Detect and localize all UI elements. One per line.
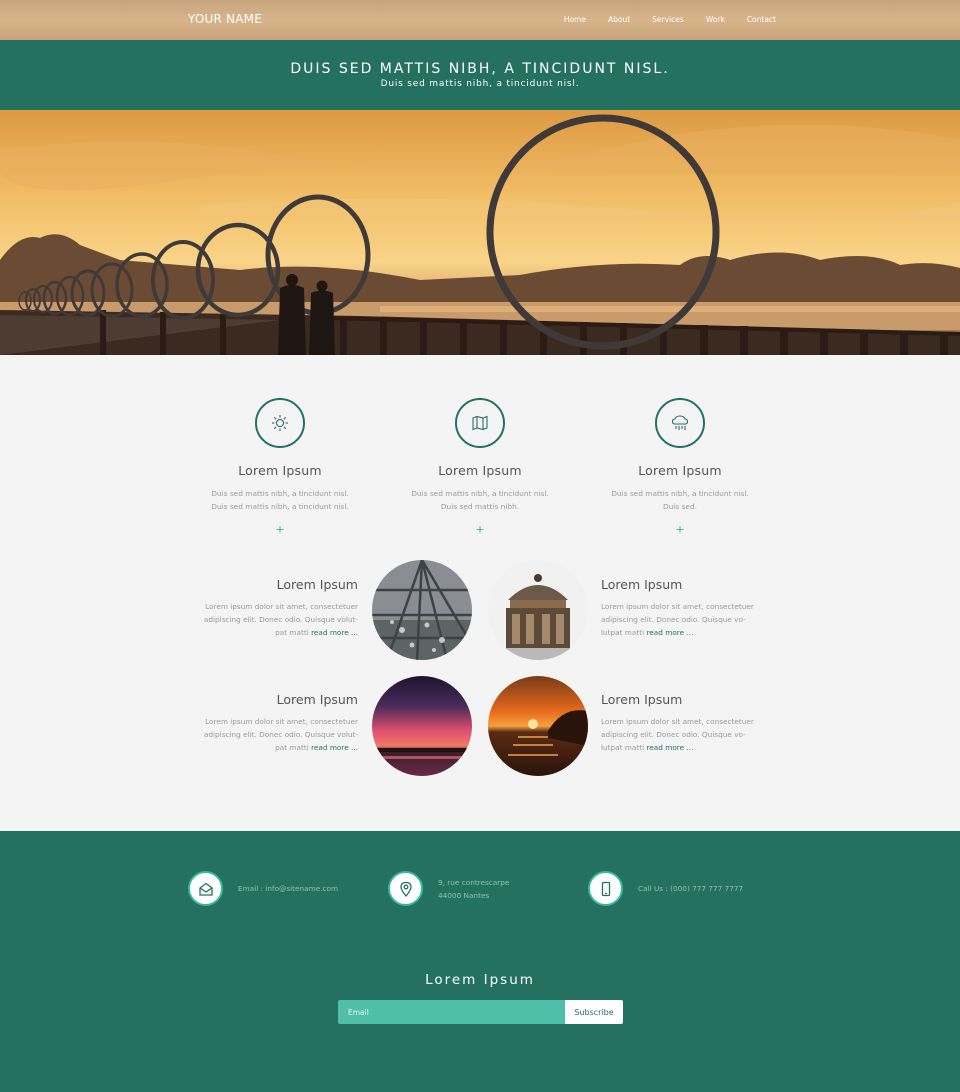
brand-logo[interactable]: YOUR NAME: [188, 12, 262, 26]
feature-text: Duis sed mattis nibh, a tincidunt nisl. …: [411, 489, 549, 511]
feature-expand-button[interactable]: +: [390, 523, 570, 536]
footer: Email : info@sitename.com 9, rue contres…: [0, 831, 960, 1092]
subscribe-button[interactable]: Subscribe: [565, 1000, 623, 1024]
read-more-link[interactable]: read more ...: [646, 743, 693, 752]
work-text: Lorem ipsum dolor sit amet, consectetuer…: [200, 715, 358, 754]
carousel-image: [488, 560, 588, 660]
map-pin-icon: [388, 871, 423, 906]
work-title: Lorem Ipsum: [601, 692, 683, 707]
work-text: Lorem ipsum dolor sit amet, consectetuer…: [601, 715, 759, 754]
read-more-link[interactable]: read more ...: [646, 628, 693, 637]
newsletter-title: Lorem Ipsum: [425, 972, 535, 988]
contact-phone: Call Us : (000) 777 777 7777: [588, 871, 743, 906]
phone-icon: [588, 871, 623, 906]
feature-expand-button[interactable]: +: [190, 523, 370, 536]
feature-text: Duis sed mattis nibh, a tincidunt nisl. …: [211, 489, 349, 511]
sun-icon: [272, 415, 288, 431]
feature-title: Lorem Ipsum: [638, 463, 722, 478]
contact-address-text: 9, rue contrescarpe 44000 Nantes: [438, 876, 509, 902]
feature-card: Lorem Ipsum Duis sed mattis nibh, a tinc…: [390, 398, 570, 536]
address-line-2: 44000 Nantes: [438, 890, 490, 900]
nav-contact[interactable]: Contact: [747, 15, 776, 24]
work-item: Lorem Ipsum Lorem ipsum dolor sit amet, …: [200, 692, 358, 754]
orange-sunset-image: [488, 676, 588, 776]
map-icon: [472, 415, 488, 431]
work-item: Lorem Ipsum Lorem ipsum dolor sit amet, …: [601, 577, 759, 639]
pink-sunset-image: [372, 676, 472, 776]
tagline-banner: DUIS SED MATTIS NIBH, A TINCIDUNT NISL. …: [0, 40, 960, 110]
contact-email: Email : info@sitename.com: [188, 871, 338, 906]
work-thumbnail-pink-sunset[interactable]: [372, 676, 472, 776]
hero-illustration: [0, 110, 960, 355]
work-text: Lorem ipsum dolor sit amet, consectetuer…: [601, 600, 759, 639]
read-more-link[interactable]: read more ...: [311, 628, 358, 637]
feature-icon-ring: [255, 398, 305, 448]
feature-expand-button[interactable]: +: [590, 523, 770, 536]
feature-icon-ring: [655, 398, 705, 448]
contact-phone-text[interactable]: Call Us : (000) 777 777 7777: [638, 882, 743, 895]
work-thumbnail-orange-sunset[interactable]: [488, 676, 588, 776]
work-title: Lorem Ipsum: [276, 577, 358, 592]
nav-about[interactable]: About: [608, 15, 630, 24]
main-nav: Home About Services Work Contact: [542, 15, 776, 24]
rain-cloud-icon: [671, 415, 689, 430]
work-thumbnail-greenhouse[interactable]: [372, 560, 472, 660]
greenhouse-image: [372, 560, 472, 660]
hero-image: [0, 110, 960, 355]
newsletter-email-input[interactable]: [338, 1000, 565, 1024]
newsletter-form: Subscribe: [338, 1000, 623, 1024]
feature-card: Lorem Ipsum Duis sed mattis nibh, a tinc…: [190, 398, 370, 536]
contact-email-text[interactable]: Email : info@sitename.com: [238, 882, 338, 895]
feature-text: Duis sed mattis nibh, a tincidunt nisl. …: [611, 489, 749, 511]
read-more-link[interactable]: read more ...: [311, 743, 358, 752]
address-line-1: 9, rue contrescarpe: [438, 877, 510, 887]
work-title: Lorem Ipsum: [276, 692, 358, 707]
work-thumbnail-carousel[interactable]: [488, 560, 588, 660]
tagline-title: DUIS SED MATTIS NIBH, A TINCIDUNT NISL.: [290, 61, 670, 77]
nav-home[interactable]: Home: [564, 15, 586, 24]
feature-card: Lorem Ipsum Duis sed mattis nibh, a tinc…: [590, 398, 770, 536]
nav-work[interactable]: Work: [706, 15, 725, 24]
tagline-subtitle: Duis sed mattis nibh, a tincidunt nisl.: [380, 79, 580, 89]
work-item: Lorem Ipsum Lorem ipsum dolor sit amet, …: [601, 692, 759, 754]
feature-title: Lorem Ipsum: [438, 463, 522, 478]
nav-services[interactable]: Services: [652, 15, 684, 24]
work-title: Lorem Ipsum: [601, 577, 683, 592]
top-bar: YOUR NAME Home About Services Work Conta…: [0, 0, 960, 40]
feature-icon-ring: [455, 398, 505, 448]
work-text: Lorem ipsum dolor sit amet, consectetuer…: [200, 600, 358, 639]
contact-address: 9, rue contrescarpe 44000 Nantes: [388, 871, 509, 906]
work-item: Lorem Ipsum Lorem ipsum dolor sit amet, …: [200, 577, 358, 639]
feature-title: Lorem Ipsum: [238, 463, 322, 478]
envelope-icon: [188, 871, 223, 906]
